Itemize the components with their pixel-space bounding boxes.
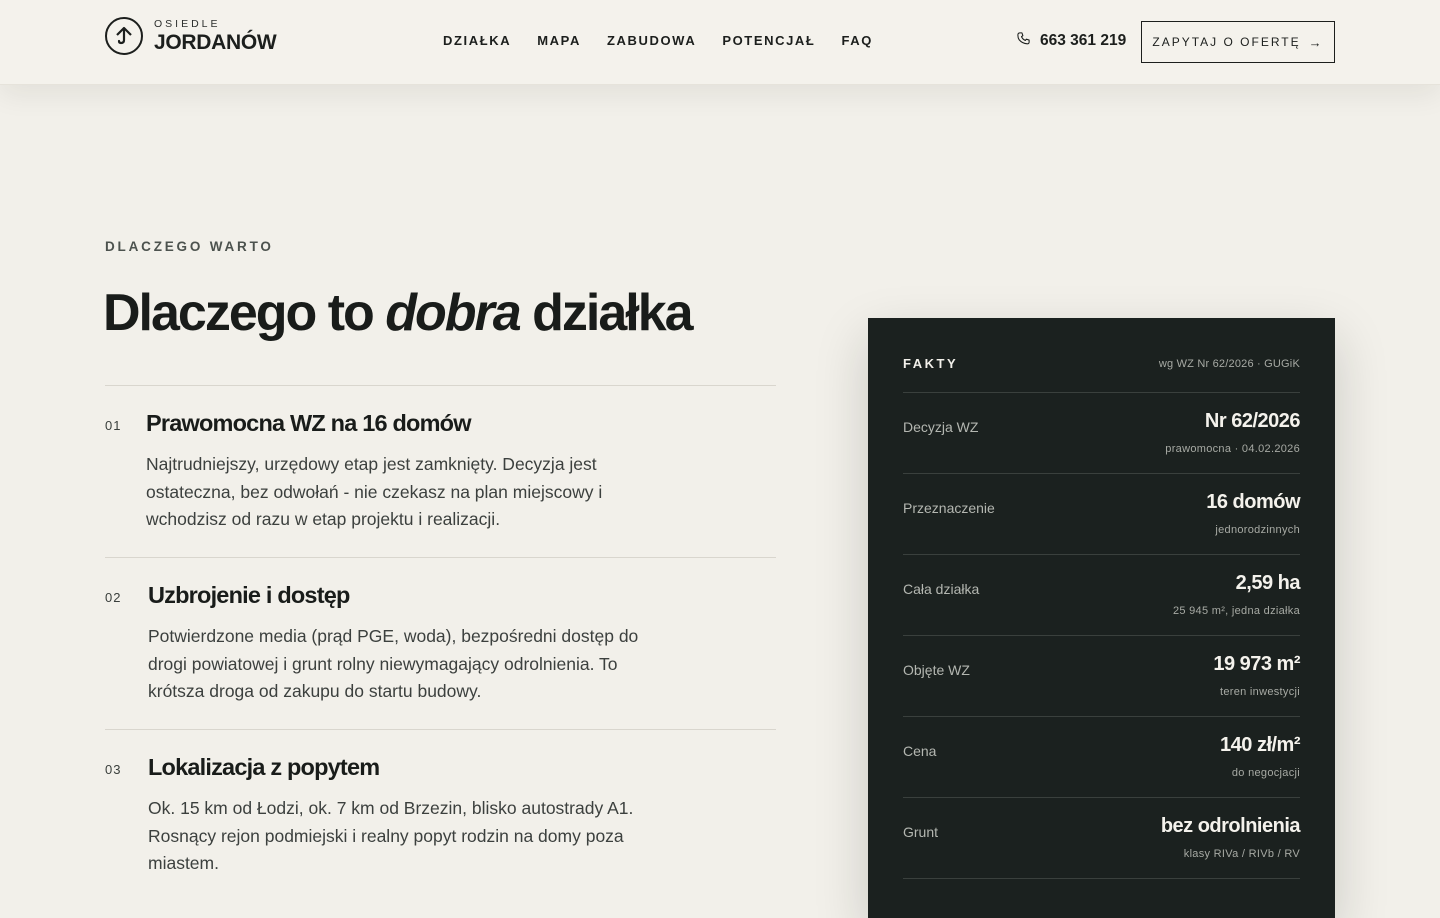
main-nav: DZIAŁKA MAPA ZABUDOWA POTENCJAŁ FAQ — [443, 33, 899, 48]
fact-key: Objęte WZ — [903, 662, 970, 678]
feature-item: 02 Uzbrojenie i dostęp Potwierdzone medi… — [105, 557, 776, 729]
nav-item-faq[interactable]: FAQ — [841, 33, 873, 48]
feature-text: Ok. 15 km od Łodzi, ok. 7 km od Brzezin,… — [148, 798, 634, 873]
title-part: Dlaczego to — [103, 284, 386, 342]
nav-item-zabudowa[interactable]: ZABUDOWA — [607, 33, 696, 48]
title-part: działka — [519, 284, 693, 342]
fact-sub: jednorodzinnych — [1215, 524, 1300, 536]
facts-header: FAKTY wg WZ Nr 62/2026 · GUGiK — [903, 318, 1300, 393]
feature-text: Potwierdzone media (prąd PGE, woda), bez… — [148, 626, 639, 701]
fact-row: Objęte WZ 19 973 m² teren inwestycji — [903, 636, 1300, 717]
fact-key: Cała działka — [903, 581, 980, 597]
fact-sub: teren inwestycji — [1220, 686, 1300, 698]
ask-offer-button[interactable]: ZAPYTAJ O OFERTĘ → — [1141, 21, 1335, 63]
fact-sub: 25 945 m², jedna działka — [1172, 605, 1300, 617]
feature-list: 01 Prawomocna WZ na 16 domów Najtrudniej… — [105, 385, 776, 901]
feature-number: 03 — [105, 762, 122, 777]
feature-title: Prawomocna WZ na 16 domów — [146, 410, 472, 436]
phone-number: 663 361 219 — [1040, 32, 1127, 49]
phone-link[interactable]: 663 361 219 — [1016, 31, 1126, 51]
fact-sub: prawomocna · 04.02.2026 — [1165, 443, 1300, 455]
fact-key: Decyzja WZ — [903, 419, 979, 435]
logo-title: JORDANÓW — [154, 31, 277, 55]
facts-card: FAKTY wg WZ Nr 62/2026 · GUGiK Decyzja W… — [868, 318, 1335, 918]
site-header: OSIEDLE JORDANÓW DZIAŁKA MAPA ZABUDOWA P… — [0, 0, 1440, 85]
logo-subtitle: OSIEDLE — [154, 17, 221, 30]
fact-value: 2,59 ha — [1235, 572, 1301, 594]
fact-value: 19 973 m² — [1213, 653, 1300, 675]
feature-text: Najtrudniejszy, urzędowy etap jest zamkn… — [146, 454, 603, 529]
fact-key: Przeznaczenie — [903, 500, 995, 516]
title-emphasis: dobra — [385, 284, 521, 342]
fact-row: Cała działka 2,59 ha 25 945 m², jedna dz… — [903, 555, 1301, 636]
fact-row: Grunt bez odrolnienia klasy RIVa / RIVb … — [903, 798, 1301, 879]
facts-source: wg WZ Nr 62/2026 · GUGiK — [1158, 358, 1300, 370]
arrow-right-icon: → — [1308, 34, 1324, 50]
house-arrow-icon — [105, 17, 143, 55]
feature-number: 02 — [105, 590, 122, 605]
fact-value: bez odrolnienia — [1160, 815, 1301, 837]
feature-item: 01 Prawomocna WZ na 16 domów Najtrudniej… — [105, 385, 776, 557]
feature-title: Uzbrojenie i dostęp — [148, 582, 350, 608]
ask-offer-label: ZAPYTAJ O OFERTĘ — [1152, 35, 1301, 49]
feature-number: 01 — [105, 418, 122, 433]
facts-rows: Decyzja WZ Nr 62/2026 prawomocna · 04.02… — [903, 393, 1301, 879]
fact-key: Grunt — [903, 824, 939, 840]
nav-item-mapa[interactable]: MAPA — [537, 33, 581, 48]
phone-icon — [1016, 31, 1031, 51]
section-eyebrow: DLACZEGO WARTO — [105, 239, 274, 254]
fact-row: Decyzja WZ Nr 62/2026 prawomocna · 04.02… — [903, 393, 1301, 474]
fact-row: Cena 140 zł/m² do negocjacji — [903, 717, 1300, 798]
fact-sub: do negocjacji — [1231, 767, 1300, 779]
fact-value: 140 zł/m² — [1220, 734, 1300, 756]
nav-item-potencjal[interactable]: POTENCJAŁ — [722, 33, 815, 48]
fact-value: 16 domów — [1206, 491, 1300, 513]
fact-row: Przeznaczenie 16 domów jednorodzinnych — [903, 474, 1300, 555]
fact-sub: klasy RIVa / RIVb / RV — [1183, 848, 1300, 860]
nav-item-dzialka[interactable]: DZIAŁKA — [443, 33, 511, 48]
section-title: Dlaczego to dobra działka — [103, 283, 694, 343]
feature-title: Lokalizacja z popytem — [148, 754, 380, 780]
fact-value: Nr 62/2026 — [1204, 410, 1301, 432]
fact-key: Cena — [903, 743, 937, 759]
facts-label: FAKTY — [903, 356, 959, 371]
feature-item: 03 Lokalizacja z popytem Ok. 15 km od Ło… — [105, 729, 776, 901]
logo[interactable]: OSIEDLE JORDANÓW — [105, 17, 277, 55]
